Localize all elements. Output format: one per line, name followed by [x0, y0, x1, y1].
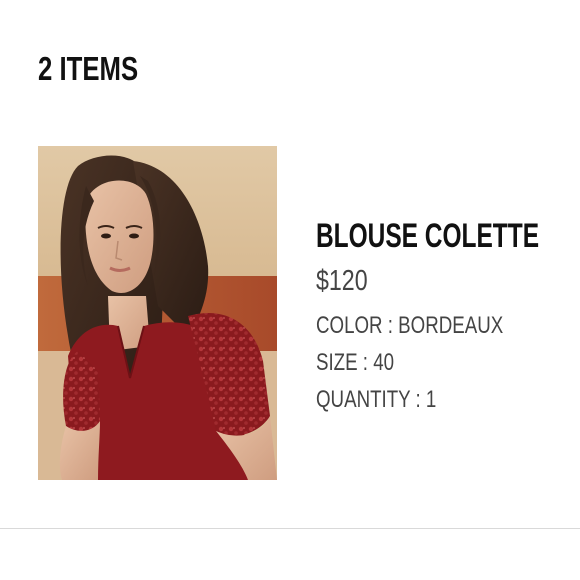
product-color: COLOR : BORDEAUX [316, 312, 504, 339]
cart-item: BLOUSE COLETTE $120 COLOR : BORDEAUX SIZ… [0, 0, 580, 580]
product-quantity: QUANTITY : 1 [316, 386, 437, 413]
product-photo [38, 146, 277, 480]
product-price: $120 [316, 265, 368, 297]
product-details: BLOUSE COLETTE $120 COLOR : BORDEAUX SIZ… [316, 216, 576, 414]
product-size: SIZE : 40 [316, 349, 395, 376]
product-name[interactable]: BLOUSE COLETTE [316, 216, 539, 256]
divider [0, 528, 580, 529]
product-image[interactable] [38, 146, 277, 480]
